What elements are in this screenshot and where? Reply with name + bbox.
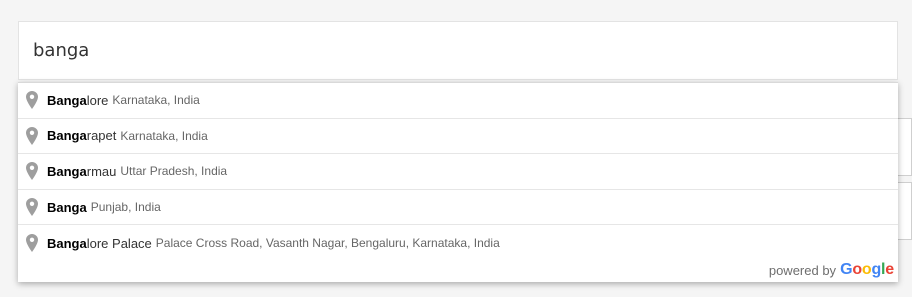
powered-by-text: powered by bbox=[768, 262, 837, 278]
google-logo-letter: G bbox=[840, 261, 853, 278]
search-input[interactable] bbox=[19, 22, 897, 79]
suggestion-match-text: Banga bbox=[47, 92, 87, 108]
location-pin-icon bbox=[26, 162, 38, 181]
suggestion-match-text: Banga bbox=[47, 128, 87, 144]
suggestion-rest-text: rmau bbox=[86, 163, 117, 179]
location-pin-icon bbox=[26, 234, 38, 253]
suggestion-rest-text: lore Palace bbox=[86, 235, 152, 251]
suggestion-item[interactable]: Bangalore Palace Palace Cross Road, Vasa… bbox=[18, 225, 898, 261]
suggestion-main-text: Banga bbox=[47, 200, 87, 215]
suggestion-main-text: Bangalore Palace bbox=[47, 236, 152, 251]
location-pin-icon bbox=[26, 198, 38, 217]
suggestion-main-text: Bangarmau bbox=[47, 164, 116, 179]
suggestion-main-text: Bangarapet bbox=[47, 128, 116, 143]
suggestion-secondary-text: Karnataka, India bbox=[120, 128, 208, 143]
suggestion-item[interactable]: Banga Punjab, India bbox=[18, 190, 898, 226]
suggestion-secondary-text: Punjab, India bbox=[90, 200, 161, 215]
autocomplete-dropdown: Bangalore Karnataka, India Bangarapet Ka… bbox=[18, 82, 898, 282]
location-pin-icon bbox=[26, 91, 38, 110]
suggestion-secondary-text: Palace Cross Road, Vasanth Nagar, Bengal… bbox=[155, 236, 500, 251]
google-logo-letter: e bbox=[885, 261, 894, 278]
suggestion-match-text: Banga bbox=[47, 235, 87, 251]
suggestion-rest-text: rapet bbox=[86, 128, 117, 144]
form-field-partial[interactable] bbox=[896, 118, 912, 176]
suggestion-secondary-text: Uttar Pradesh, India bbox=[120, 164, 228, 179]
location-pin-icon bbox=[26, 126, 38, 145]
suggestion-rest-text: lore bbox=[86, 92, 109, 108]
suggestion-match-text: Banga bbox=[47, 199, 87, 215]
google-logo: Google bbox=[840, 261, 894, 279]
google-logo-letter: g bbox=[871, 261, 882, 278]
suggestion-secondary-text: Karnataka, India bbox=[112, 93, 200, 108]
search-field-container bbox=[18, 21, 898, 80]
suggestion-item[interactable]: Bangalore Karnataka, India bbox=[18, 83, 898, 119]
google-logo-letter: o bbox=[852, 261, 862, 278]
form-field-partial[interactable] bbox=[896, 182, 912, 240]
suggestion-match-text: Banga bbox=[47, 163, 87, 179]
suggestion-item[interactable]: Bangarapet Karnataka, India bbox=[18, 119, 898, 155]
suggestion-main-text: Bangalore bbox=[47, 93, 108, 108]
suggestion-item[interactable]: Bangarmau Uttar Pradesh, India bbox=[18, 154, 898, 190]
powered-by-google: powered by Google bbox=[769, 261, 894, 279]
